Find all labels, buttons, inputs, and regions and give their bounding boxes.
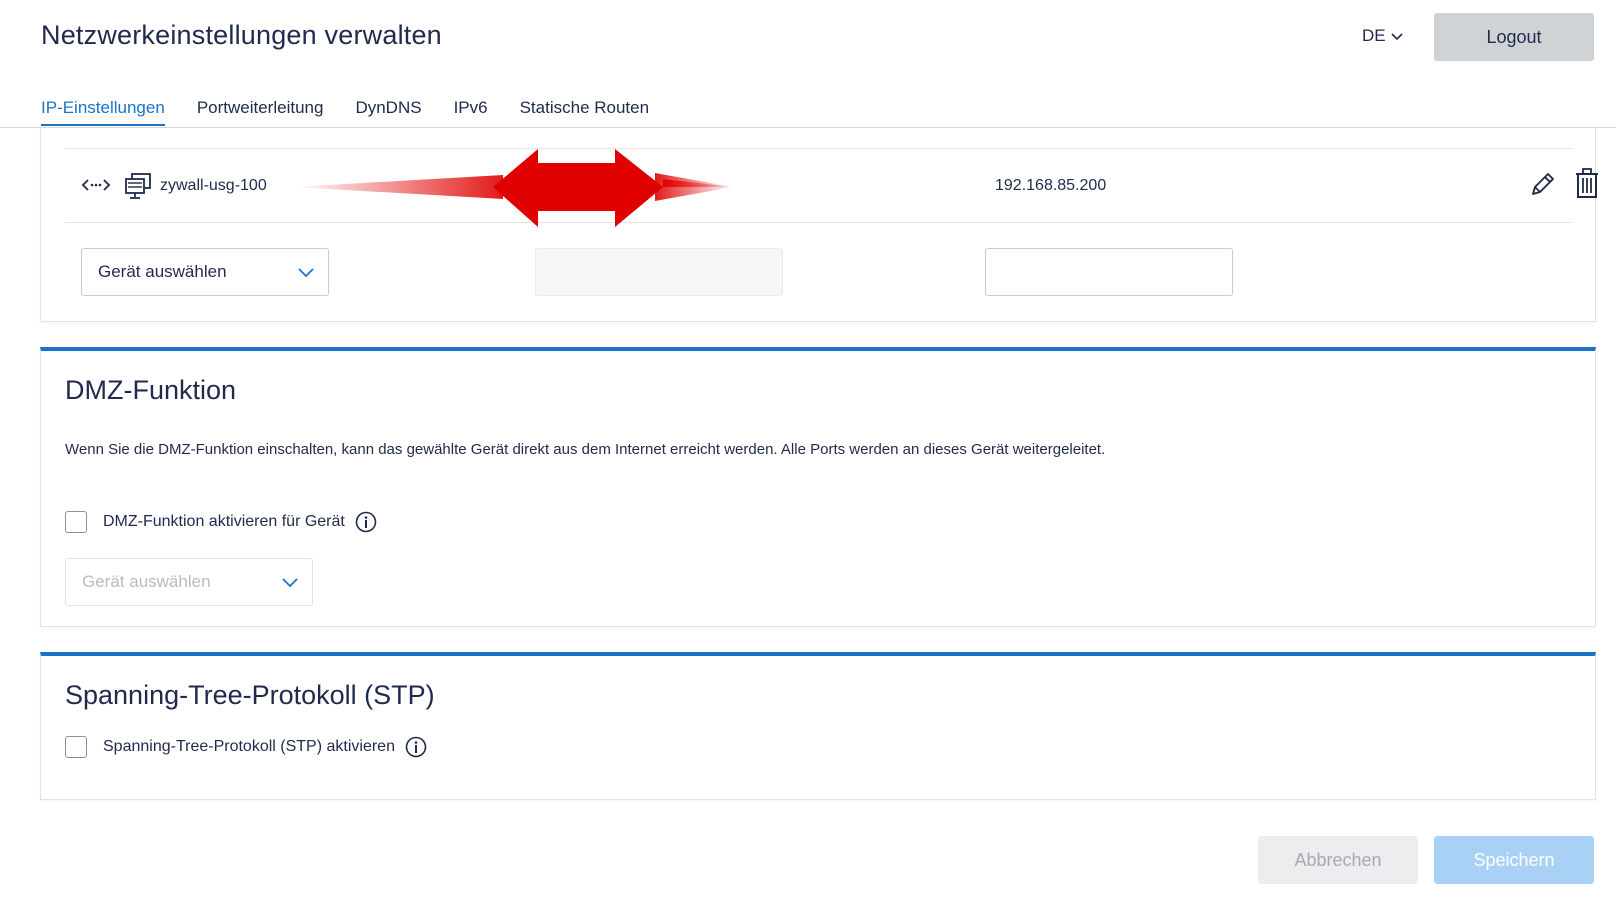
ip-address-input[interactable] xyxy=(985,248,1233,296)
dmz-device-select: Gerät auswählen xyxy=(65,558,313,606)
info-icon[interactable] xyxy=(355,511,377,533)
trash-icon[interactable] xyxy=(1573,167,1601,199)
device-name: zywall-usg-100 xyxy=(160,177,267,194)
dmz-checkbox-row: DMZ-Funktion aktivieren für Gerät xyxy=(65,511,377,533)
tab-ipv6[interactable]: IPv6 xyxy=(454,98,488,126)
stp-checkbox[interactable] xyxy=(65,736,87,758)
chevron-down-icon xyxy=(298,268,314,278)
language-selector[interactable]: DE xyxy=(1362,26,1404,46)
tab-ip-settings[interactable]: IP-Einstellungen xyxy=(41,98,165,126)
table-row: zywall-usg-100 192.168.85.200 xyxy=(65,148,1598,227)
dmz-card: DMZ-Funktion Wenn Sie die DMZ-Funktion e… xyxy=(40,347,1596,627)
dmz-title: DMZ-Funktion xyxy=(65,375,237,405)
computer-icon xyxy=(125,173,151,199)
page-header: Netzwerkeinstellungen verwalten DE Logou… xyxy=(0,0,1616,128)
connection-arrows-icon xyxy=(81,179,111,191)
device-ip: 192.168.85.200 xyxy=(995,177,1107,194)
chevron-down-icon xyxy=(1391,33,1403,41)
tab-port-forwarding[interactable]: Portweiterleitung xyxy=(197,98,324,126)
info-icon[interactable] xyxy=(405,736,427,758)
ip-settings-card: zywall-usg-100 192.168.85.200 Gerät ausw… xyxy=(40,128,1598,322)
name-input-disabled xyxy=(535,248,783,296)
stp-checkbox-row: Spanning-Tree-Protokoll (STP) aktivieren xyxy=(65,736,427,758)
stp-checkbox-label: Spanning-Tree-Protokoll (STP) aktivieren xyxy=(103,738,395,755)
device-select[interactable]: Gerät auswählen xyxy=(81,248,329,296)
pencil-icon[interactable] xyxy=(1528,169,1558,199)
tab-static-routes[interactable]: Statische Routen xyxy=(520,98,649,126)
dmz-description: Wenn Sie die DMZ-Funktion einschalten, k… xyxy=(65,441,1106,458)
dmz-checkbox[interactable] xyxy=(65,511,87,533)
dmz-checkbox-label: DMZ-Funktion aktivieren für Gerät xyxy=(103,513,345,530)
device-select-value: Gerät auswählen xyxy=(98,262,227,281)
tab-dyndns[interactable]: DynDNS xyxy=(355,98,421,126)
tab-bar: IP-Einstellungen Portweiterleitung DynDN… xyxy=(41,98,649,126)
language-label: DE xyxy=(1362,26,1386,45)
save-button[interactable]: Speichern xyxy=(1434,836,1594,884)
logout-button[interactable]: Logout xyxy=(1434,13,1594,61)
stp-title: Spanning-Tree-Protokoll (STP) xyxy=(65,680,435,710)
redaction-arrow xyxy=(293,149,733,227)
stp-card: Spanning-Tree-Protokoll (STP) Spanning-T… xyxy=(40,652,1596,800)
dmz-device-select-value: Gerät auswählen xyxy=(82,572,211,591)
chevron-down-icon xyxy=(282,578,298,588)
cancel-button[interactable]: Abbrechen xyxy=(1258,836,1418,884)
page-title: Netzwerkeinstellungen verwalten xyxy=(41,20,442,50)
